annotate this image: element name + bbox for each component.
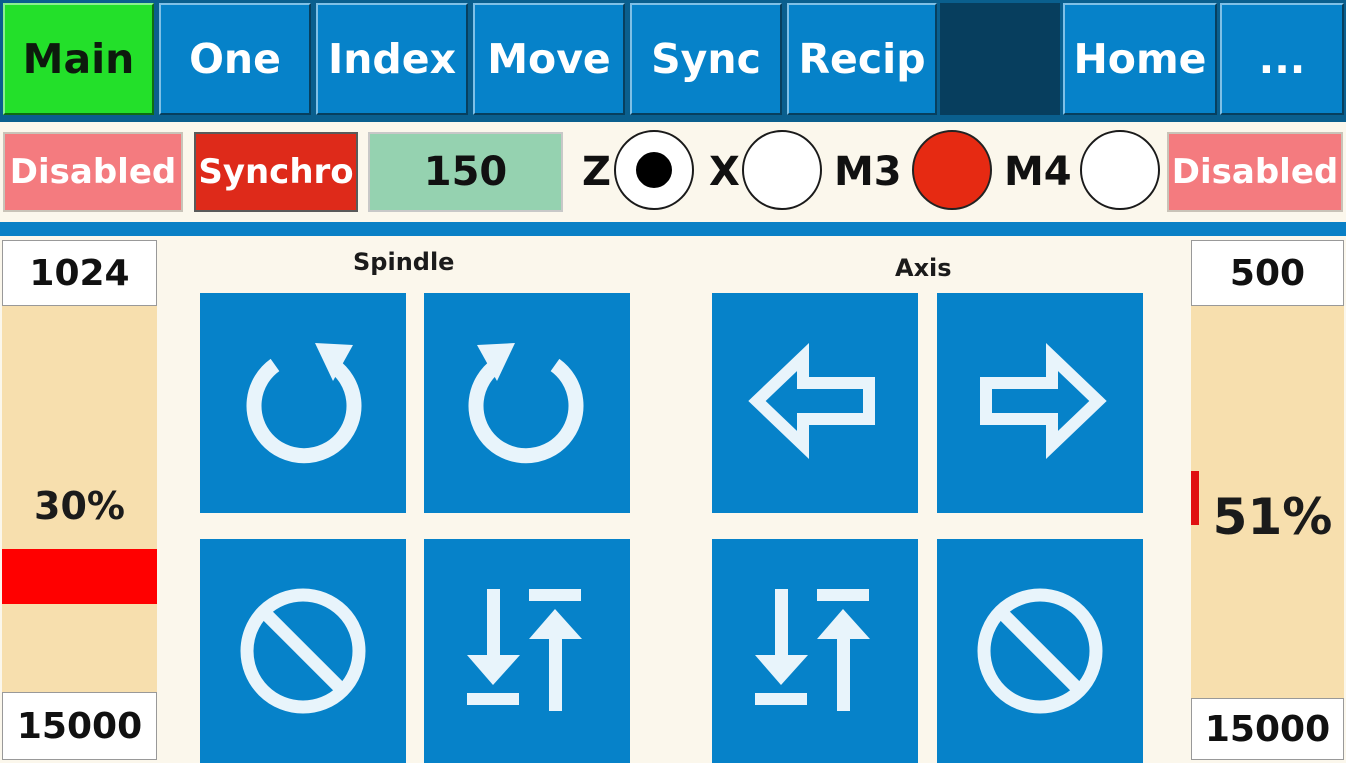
- value-display[interactable]: 150: [368, 132, 563, 212]
- up-down-limit-icon: [467, 589, 582, 711]
- tab-home[interactable]: Home: [1063, 3, 1217, 115]
- left-gauge-indicator: [2, 548, 157, 604]
- right-gauge[interactable]: 51%: [1191, 306, 1344, 698]
- right-bottom-value[interactable]: 15000: [1191, 698, 1344, 760]
- radio-z[interactable]: [614, 130, 694, 210]
- right-gauge-percent: 51%: [1212, 488, 1333, 546]
- up-down-limit-icon: [755, 589, 870, 711]
- left-disabled-button[interactable]: Disabled: [3, 132, 183, 212]
- axis-label-x: X: [709, 149, 740, 195]
- spindle-stop-button[interactable]: [200, 539, 406, 763]
- axis-limit-button[interactable]: [712, 539, 918, 763]
- radio-m4[interactable]: [1080, 130, 1160, 210]
- spindle-rotate-cw-button[interactable]: [424, 293, 630, 513]
- tab-one[interactable]: One: [159, 3, 311, 115]
- radio-selected-dot: [636, 152, 672, 188]
- axis-label-m4: M4: [1004, 149, 1072, 195]
- axis-label-m3: M3: [834, 149, 902, 195]
- left-gauge[interactable]: 30%: [2, 306, 157, 692]
- tab-sync[interactable]: Sync: [630, 3, 782, 115]
- rotate-ccw-icon: [246, 343, 362, 464]
- axis-stop-button[interactable]: [937, 539, 1143, 763]
- control-panel: 1024 30% 15000 Spindle Axis 500 51% 1500…: [0, 236, 1346, 763]
- arrow-right-icon: [980, 342, 1107, 460]
- arrow-left-icon: [748, 342, 875, 460]
- spindle-limit-button[interactable]: [424, 539, 630, 763]
- spindle-label: Spindle: [353, 248, 455, 276]
- axis-label: Axis: [895, 254, 952, 282]
- radio-x[interactable]: [742, 130, 822, 210]
- synchro-mode-button[interactable]: Synchro: [194, 132, 358, 212]
- spindle-rotate-ccw-button[interactable]: [200, 293, 406, 513]
- axis-move-left-button[interactable]: [712, 293, 918, 513]
- tab-empty[interactable]: [940, 3, 1060, 115]
- right-gauge-indicator: [1191, 471, 1199, 526]
- stop-icon: [977, 588, 1103, 714]
- status-row: Disabled Synchro 150 Z X M3 M4 Disabled: [0, 122, 1346, 222]
- divider-stripe: [0, 222, 1346, 236]
- stop-icon: [240, 588, 366, 714]
- left-bottom-value[interactable]: 15000: [2, 692, 157, 760]
- radio-m3[interactable]: [912, 130, 992, 210]
- rotate-cw-icon: [468, 343, 584, 464]
- axis-label-z: Z: [582, 149, 612, 195]
- tab-index[interactable]: Index: [316, 3, 468, 115]
- tab-main[interactable]: Main: [3, 3, 154, 115]
- right-disabled-button[interactable]: Disabled: [1167, 132, 1343, 212]
- axis-move-right-button[interactable]: [937, 293, 1143, 513]
- right-top-value[interactable]: 500: [1191, 240, 1344, 306]
- tab-bar: Main One Index Move Sync Recip Home ...: [0, 0, 1346, 122]
- left-top-value[interactable]: 1024: [2, 240, 157, 306]
- tab-move[interactable]: Move: [473, 3, 625, 115]
- tab-recip[interactable]: Recip: [787, 3, 937, 115]
- tab-more[interactable]: ...: [1220, 3, 1344, 115]
- left-gauge-percent: 30%: [34, 484, 125, 528]
